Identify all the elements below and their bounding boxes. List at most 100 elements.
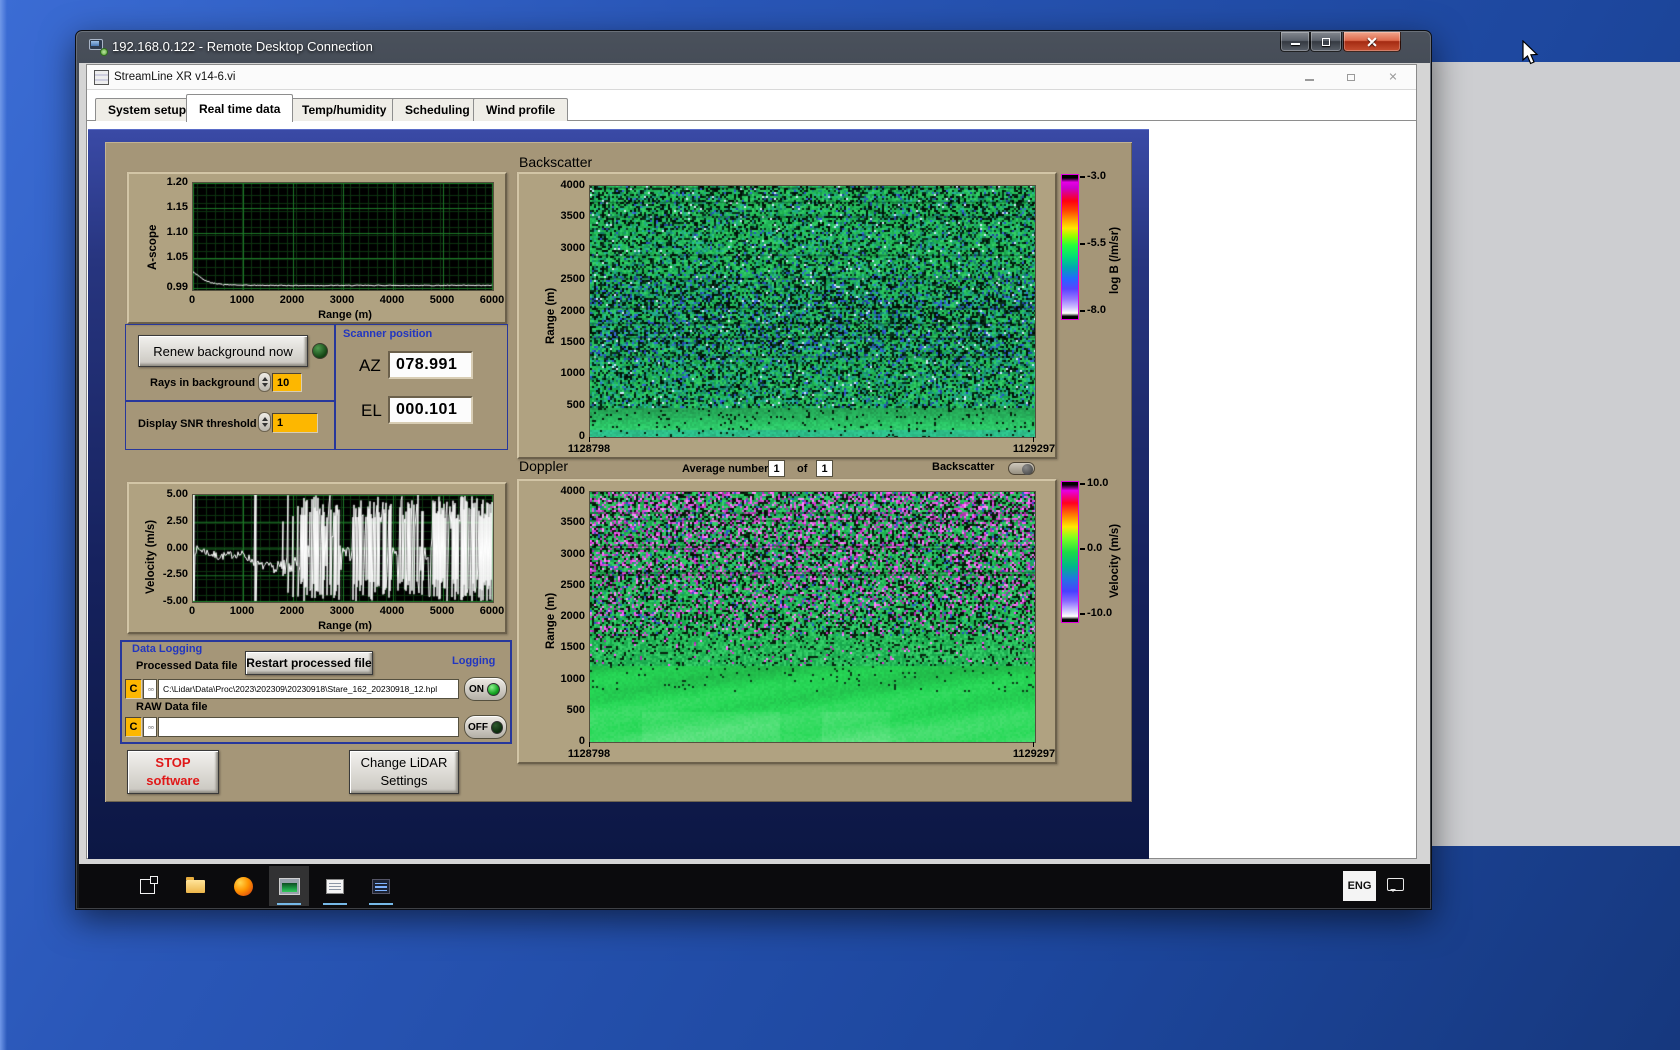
- doppler-x-end: 1129297: [1012, 748, 1056, 760]
- raw-drive-selector[interactable]: C: [125, 717, 142, 737]
- x-tick-mark: [589, 437, 590, 442]
- backscatter-toggle-switch[interactable]: [1008, 462, 1035, 475]
- language-indicator[interactable]: ENG: [1343, 871, 1376, 901]
- task-view-button[interactable]: [127, 866, 167, 906]
- processed-logging-toggle[interactable]: ON: [464, 677, 507, 701]
- app-close-button[interactable]: ✕: [1378, 70, 1408, 86]
- rays-value-field[interactable]: 10: [272, 373, 302, 392]
- background-window: [1424, 62, 1680, 846]
- tab-real-time-data[interactable]: Real time data: [186, 94, 294, 122]
- tick-label: 2500: [560, 578, 585, 591]
- scan-schedule-button[interactable]: [315, 866, 355, 906]
- raw-data-file-label: RAW Data file: [136, 701, 208, 713]
- tick-label: 1500: [560, 335, 585, 348]
- snr-value-field[interactable]: 1: [272, 413, 318, 433]
- average-number-field[interactable]: 1: [768, 460, 785, 477]
- change-lidar-settings-button[interactable]: Change LiDAR Settings: [349, 750, 459, 794]
- tick-label: 500: [566, 398, 585, 411]
- close-icon: ✕: [1388, 71, 1398, 84]
- minimize-icon: [1304, 79, 1314, 81]
- tick-label: 5000: [429, 294, 455, 306]
- file-explorer-button[interactable]: [175, 866, 215, 906]
- firefox-button[interactable]: [223, 866, 263, 906]
- tick-label: 0.00: [166, 541, 188, 554]
- x-tick-mark: [1033, 742, 1034, 747]
- list-window-icon: [372, 878, 390, 894]
- average-number-label: Average number: [682, 463, 769, 475]
- doppler-title: Doppler: [519, 458, 569, 474]
- tick-label: 0: [578, 735, 585, 747]
- ascope-plot-area: [192, 182, 494, 291]
- rays-in-background-label: Rays in background: [150, 377, 256, 389]
- tick-label: 5000: [429, 605, 455, 617]
- maximize-icon: [1322, 38, 1330, 46]
- rays-spinner[interactable]: [258, 372, 271, 392]
- tab-system-setup[interactable]: System setup: [95, 98, 200, 121]
- tick-label: 1000: [229, 294, 255, 306]
- tick-label: 2000: [279, 605, 305, 617]
- az-label: AZ: [359, 356, 381, 375]
- streamline-app-button[interactable]: [269, 866, 309, 906]
- data-logging-box: Data Logging Processed Data file Restart…: [120, 640, 512, 744]
- tick-label: 5.00: [166, 488, 188, 500]
- scanner-position-box: Scanner position AZ 078.991 EL 000.101: [334, 324, 508, 450]
- processed-data-file-label: Processed Data file: [136, 660, 238, 672]
- processed-path-field[interactable]: C:\Lidar\Data\Proc\2023\202309\20230918\…: [158, 679, 459, 699]
- renew-status-led: [312, 343, 328, 359]
- front-panel: A-scope Range (m) 1.20 1.15 1.10 1.05 0.99 0 1…: [105, 142, 1132, 802]
- terminal-app-button[interactable]: [361, 866, 401, 906]
- doppler-x-start: 1128798: [567, 748, 611, 760]
- tab-scheduling[interactable]: Scheduling: [392, 98, 483, 121]
- tick-label: 3000: [560, 241, 585, 254]
- processed-browse-button[interactable]: ▫▫: [143, 679, 157, 699]
- tick-label: 2500: [560, 273, 585, 286]
- snr-threshold-label: Display SNR threshold: [138, 418, 257, 430]
- stop-software-button[interactable]: STOP software: [127, 750, 219, 794]
- doppler-plot-area: [589, 491, 1036, 743]
- snr-spinner[interactable]: [258, 412, 271, 432]
- rdp-titlebar[interactable]: 192.168.0.122 - Remote Desktop Connectio…: [76, 31, 1431, 63]
- restart-processed-file-button[interactable]: Restart processed file: [245, 651, 373, 675]
- panel-frame: A-scope Range (m) 1.20 1.15 1.10 1.05 0.99 0 1…: [88, 129, 1149, 859]
- tick-label: 3000: [560, 547, 585, 560]
- chat-icon[interactable]: [1387, 878, 1404, 892]
- backscatter-plot-area: [589, 185, 1036, 438]
- task-view-icon: [139, 875, 158, 894]
- x-tick-mark: [1033, 437, 1034, 442]
- backscatter-title: Backscatter: [519, 154, 593, 170]
- mouse-cursor: [1522, 40, 1539, 65]
- logging-off-led: [491, 720, 503, 734]
- average-total-field[interactable]: 1: [816, 460, 833, 477]
- tick-label: 500: [566, 703, 585, 716]
- browse-icon: ▫▫: [148, 722, 154, 732]
- renew-background-button[interactable]: Renew background now: [138, 335, 308, 367]
- tab-strip: System setup Real time data Temp/humidit…: [87, 91, 1416, 122]
- tab-wind-profile[interactable]: Wind profile: [473, 98, 569, 121]
- rdp-window-title: 192.168.0.122 - Remote Desktop Connectio…: [112, 39, 373, 54]
- raw-logging-toggle[interactable]: OFF: [464, 715, 507, 739]
- raw-path-field[interactable]: [158, 717, 459, 737]
- rdp-minimize-button[interactable]: [1280, 32, 1310, 52]
- app-restore-button[interactable]: [1336, 70, 1366, 86]
- processed-drive-selector[interactable]: C: [125, 679, 142, 699]
- doppler-heatmap: Range (m) 1128798 1129297 4000 3500 3000 25…: [517, 479, 1057, 764]
- rdp-close-button[interactable]: [1343, 32, 1401, 52]
- tick-label: 2.50: [166, 514, 188, 527]
- labview-window: StreamLine XR v14-6.vi ✕ System setup Re…: [86, 64, 1417, 859]
- tick-label: 4000: [379, 605, 405, 617]
- browse-icon: ▫▫: [148, 684, 154, 694]
- doppler-colorbar-label: Velocity (m/s): [1109, 523, 1121, 598]
- tick-label: 0.99: [166, 281, 188, 293]
- rdp-window: 192.168.0.122 - Remote Desktop Connectio…: [75, 30, 1432, 910]
- app-minimize-button[interactable]: [1294, 70, 1324, 86]
- folder-icon: [185, 876, 205, 893]
- el-value: 000.101: [388, 396, 473, 424]
- rdp-maximize-button[interactable]: [1310, 32, 1342, 52]
- doppler-color-ramp: [1061, 481, 1079, 623]
- tick-label: -5.5: [1080, 237, 1106, 249]
- backscatter-x-end: 1129297: [1012, 443, 1056, 455]
- raw-browse-button[interactable]: ▫▫: [143, 717, 157, 737]
- tab-temp-humidity[interactable]: Temp/humidity: [289, 98, 400, 121]
- app-titlebar[interactable]: StreamLine XR v14-6.vi ✕: [87, 65, 1416, 90]
- tick-label: 1.05: [166, 251, 188, 263]
